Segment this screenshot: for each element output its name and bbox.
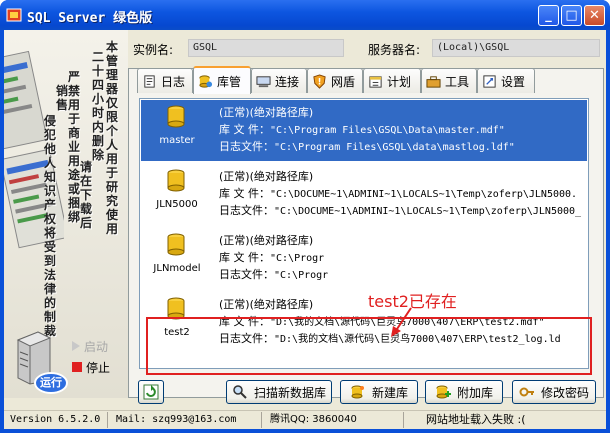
- tab-log-label: 日志: [161, 74, 186, 89]
- refresh-button[interactable]: [138, 380, 164, 404]
- tab-tools[interactable]: 工具: [421, 68, 477, 93]
- tab-tools-label: 工具: [445, 74, 470, 89]
- create-database-label: 新建库: [371, 385, 408, 400]
- tab-settings-label: 设置: [501, 74, 526, 89]
- attach-database-icon: [436, 385, 451, 399]
- db-file-path: "C:\DOCUME~1\ADMINI~1\LOCALS~1\Temp\zofe…: [270, 189, 578, 200]
- tab-database-manage[interactable]: 库管: [193, 66, 251, 94]
- tab-log[interactable]: 日志: [137, 68, 193, 93]
- db-file-label: 库 文 件：: [219, 187, 270, 200]
- start-button[interactable]: 启动: [66, 337, 122, 355]
- running-status-badge: 运行: [34, 372, 68, 394]
- change-password-label: 修改密码: [540, 385, 589, 400]
- minimize-button[interactable]: _: [538, 5, 559, 26]
- maximize-button[interactable]: □: [561, 5, 582, 26]
- tab-schedule[interactable]: 计划: [363, 68, 421, 93]
- log-file-label: 日志文件：: [219, 204, 274, 217]
- title-bar[interactable]: SQL Server 绿色版 _ □ ✕: [0, 0, 610, 30]
- log-icon: [144, 74, 155, 88]
- database-name: JLNmodel: [153, 263, 201, 274]
- database-name: JLN5000: [156, 199, 198, 210]
- database-row-jlnmodel[interactable]: JLNmodel (正常)(绝对路径库) 库 文 件："C:\Progr 日志文…: [141, 228, 587, 289]
- tab-shield-label: 网盾: [331, 74, 356, 89]
- app-icon: [6, 8, 22, 22]
- version-text: Version 6.5.2.0: [4, 412, 108, 428]
- attach-database-label: 附加库: [456, 385, 493, 400]
- tab-connection-label: 连接: [275, 74, 300, 89]
- notice-text: 销售: [56, 84, 69, 112]
- stop-label: 停止: [86, 360, 111, 375]
- shield-icon: !: [313, 73, 326, 89]
- log-file-path: "C:\Progr: [274, 270, 329, 281]
- status-bar: Version 6.5.2.0 Mail: szq993@163.com 腾讯Q…: [4, 410, 606, 429]
- notice-text: 本管理器仅限个人用于研究使用: [106, 40, 119, 236]
- database-status: (正常)(绝对路径库): [219, 106, 314, 119]
- db-file-path: "C:\Program Files\GSQL\Data\master.mdf": [270, 125, 505, 136]
- database-status: (正常)(绝对路径库): [219, 234, 314, 247]
- log-file-path: "C:\Program Files\GSQL\data\mastlog.ldf": [274, 142, 515, 153]
- client-area: 本管理器仅限个人用于研究使用 请在下载后 二十四小时内删除 严禁用于商业用途或捆…: [4, 30, 606, 429]
- key-icon: [519, 387, 534, 397]
- database-status: (正常)(绝对路径库): [219, 170, 314, 183]
- settings-icon: [483, 74, 496, 88]
- log-file-label: 日志文件：: [219, 140, 274, 153]
- tab-schedule-label: 计划: [387, 74, 412, 89]
- database-row-jln5000[interactable]: JLN5000 (正常)(绝对路径库) 库 文 件："C:\DOCUME~1\A…: [141, 164, 587, 225]
- stop-icon: [72, 362, 82, 372]
- toolbox-icon: [426, 75, 441, 88]
- window-title: SQL Server 绿色版: [27, 11, 153, 26]
- arrow-icon: [391, 307, 412, 337]
- notice-text: 侵犯他人知识产权将受到法律的制裁: [44, 114, 57, 338]
- play-icon: [72, 341, 80, 351]
- attach-database-button[interactable]: 附加库: [425, 380, 503, 404]
- db-file-path: "C:\Progr: [270, 253, 325, 264]
- instance-label: 实例名:: [133, 43, 174, 57]
- database-name: master: [159, 135, 195, 146]
- scan-databases-button[interactable]: 扫描新数据库: [226, 380, 332, 404]
- close-button[interactable]: ✕: [584, 5, 605, 26]
- scan-databases-label: 扫描新数据库: [253, 385, 326, 400]
- database-icon: [167, 105, 185, 128]
- tab-connection[interactable]: 连接: [251, 68, 307, 93]
- start-label: 启动: [84, 339, 109, 354]
- db-file-label: 库 文 件：: [219, 123, 270, 136]
- highlight-box: [146, 317, 592, 375]
- server-label: 服务器名:: [368, 43, 421, 57]
- db-file-label: 库 文 件：: [219, 251, 270, 264]
- tab-settings[interactable]: 设置: [477, 68, 535, 93]
- left-banner: 本管理器仅限个人用于研究使用 请在下载后 二十四小时内删除 严禁用于商业用途或捆…: [4, 30, 128, 398]
- connection-icon: [256, 75, 271, 87]
- qq-text: 腾讯QQ: 3860040: [264, 412, 404, 428]
- database-manage-icon: [199, 74, 213, 88]
- change-password-button[interactable]: 修改密码: [512, 380, 596, 404]
- tab-shield[interactable]: ! 网盾: [307, 68, 363, 93]
- notice-text: 请在下载后: [80, 160, 93, 230]
- database-row-master[interactable]: master (正常)(绝对路径库) 库 文 件："C:\Program Fil…: [141, 100, 587, 161]
- database-status: (正常)(绝对路径库): [219, 298, 314, 311]
- tab-database-manage-label: 库管: [217, 74, 242, 89]
- log-file-path: "C:\DOCUME~1\ADMINI~1\LOCALS~1\Temp\zofe…: [274, 206, 582, 217]
- database-icon: [167, 169, 185, 192]
- schedule-icon: [369, 75, 382, 88]
- svg-text:!: !: [318, 76, 322, 86]
- notice-text: 严禁用于商业用途或捆绑: [68, 70, 81, 224]
- search-icon: [233, 385, 247, 399]
- server-name-field[interactable]: (Local)\GSQL: [432, 39, 600, 57]
- new-database-icon: [351, 385, 364, 399]
- website-status-text: 网站地址载入失败 :(: [426, 413, 526, 426]
- stop-button[interactable]: 停止: [66, 358, 122, 376]
- mail-text: Mail: szq993@163.com: [110, 412, 262, 428]
- database-icon: [167, 233, 185, 256]
- refresh-icon: [143, 384, 159, 400]
- log-file-label: 日志文件：: [219, 268, 274, 281]
- notice-text: 二十四小时内删除: [92, 50, 105, 162]
- instance-name-field[interactable]: GSQL: [188, 39, 344, 57]
- create-database-button[interactable]: 新建库: [340, 380, 418, 404]
- app-window: SQL Server 绿色版 _ □ ✕ 本管理器仅限个人用于研究使用 请在下载…: [0, 0, 610, 433]
